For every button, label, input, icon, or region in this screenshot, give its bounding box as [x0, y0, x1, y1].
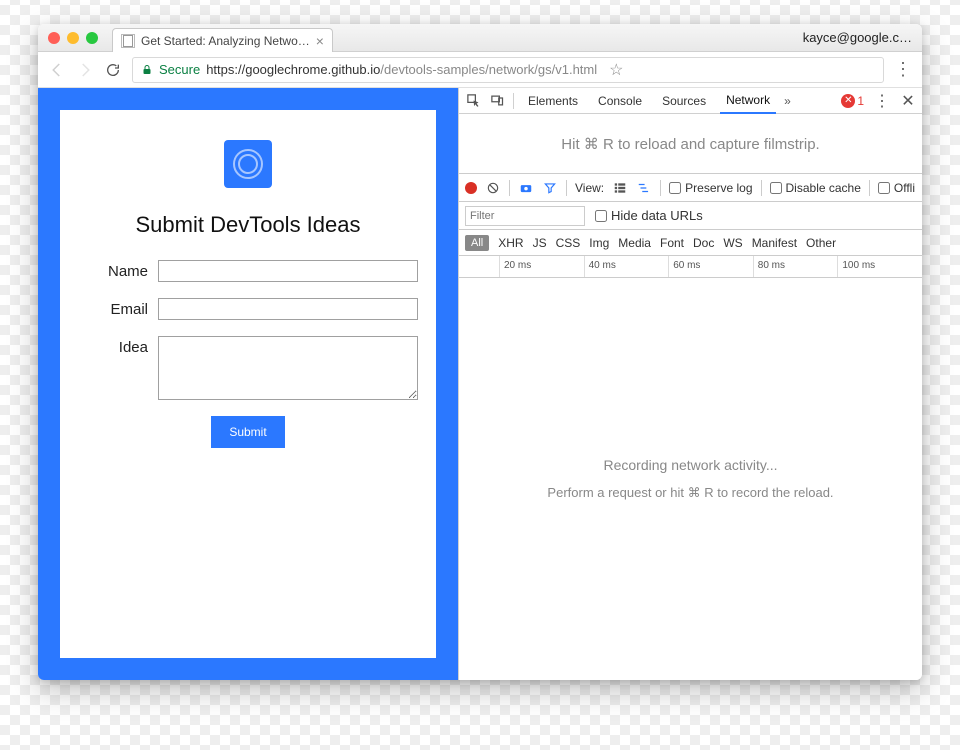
content-split: Submit DevTools Ideas Name Email Idea	[38, 88, 922, 680]
devtools-menu-button[interactable]: ⋮	[874, 93, 890, 109]
zoom-window-button[interactable]	[86, 32, 98, 44]
type-other[interactable]: Other	[806, 236, 836, 250]
type-ws[interactable]: WS	[723, 236, 742, 250]
minimize-window-button[interactable]	[67, 32, 79, 44]
filmstrip-hint: Hit ⌘ R to reload and capture filmstrip.	[459, 114, 922, 174]
hide-data-urls-checkbox[interactable]: Hide data URLs	[595, 208, 703, 223]
recording-hint: Perform a request or hit ⌘ R to record t…	[547, 485, 833, 501]
idea-label: Idea	[78, 336, 158, 356]
view-label: View:	[575, 181, 604, 195]
type-all[interactable]: All	[465, 235, 489, 251]
error-icon: ✕	[841, 94, 855, 108]
type-media[interactable]: Media	[618, 236, 651, 250]
browser-tab[interactable]: Get Started: Analyzing Netwo… ×	[112, 28, 333, 52]
forward-button[interactable]	[76, 61, 94, 79]
devtools-panel: Elements Console Sources Network » ✕ 1 ⋮…	[458, 88, 922, 680]
address-bar[interactable]: Secure https://googlechrome.github.io/de…	[132, 57, 884, 83]
traffic-lights	[48, 32, 98, 44]
page-title: Submit DevTools Ideas	[136, 212, 361, 238]
idea-textarea[interactable]	[158, 336, 418, 400]
submit-button[interactable]: Submit	[211, 416, 284, 448]
reload-button[interactable]	[104, 61, 122, 79]
network-toolbar: View: Preserve log Disable cache Offli	[459, 174, 922, 202]
name-input[interactable]	[158, 260, 418, 282]
timeline-ruler[interactable]: 20 ms 40 ms 60 ms 80 ms 100 ms	[459, 256, 922, 278]
type-font[interactable]: Font	[660, 236, 684, 250]
devtools-close-button[interactable]: ✕	[900, 93, 916, 109]
tab-console[interactable]: Console	[592, 88, 648, 114]
recording-message: Recording network activity...	[603, 457, 777, 473]
browser-menu-button[interactable]: ⋮	[894, 59, 912, 80]
lock-icon	[141, 64, 153, 76]
page-viewport: Submit DevTools Ideas Name Email Idea	[38, 88, 458, 680]
large-rows-icon[interactable]	[612, 180, 628, 196]
filter-input[interactable]	[465, 206, 585, 226]
file-icon	[121, 34, 135, 48]
url-text: https://googlechrome.github.io/devtools-…	[206, 62, 597, 77]
type-manifest[interactable]: Manifest	[752, 236, 797, 250]
network-empty-state: Recording network activity... Perform a …	[459, 278, 922, 680]
filter-row: Hide data URLs	[459, 202, 922, 230]
close-tab-button[interactable]: ×	[316, 34, 324, 48]
browser-window: Get Started: Analyzing Netwo… × kayce@go…	[38, 24, 922, 680]
idea-form: Name Email Idea Submit	[78, 260, 418, 448]
preserve-log-checkbox[interactable]: Preserve log	[669, 181, 752, 195]
error-count: 1	[857, 94, 864, 108]
inspect-element-icon[interactable]	[465, 93, 481, 109]
name-label: Name	[78, 260, 158, 280]
secure-label: Secure	[159, 62, 200, 77]
profile-label[interactable]: kayce@google.c…	[803, 30, 912, 45]
record-button[interactable]	[465, 182, 477, 194]
type-css[interactable]: CSS	[556, 236, 581, 250]
tab-strip: Get Started: Analyzing Netwo… ×	[112, 24, 333, 51]
error-indicator[interactable]: ✕ 1	[841, 94, 864, 108]
tab-title: Get Started: Analyzing Netwo…	[141, 34, 310, 48]
window-titlebar: Get Started: Analyzing Netwo… × kayce@go…	[38, 24, 922, 52]
devtools-logo-icon	[224, 140, 272, 188]
email-input[interactable]	[158, 298, 418, 320]
tab-elements[interactable]: Elements	[522, 88, 584, 114]
filter-toggle-icon[interactable]	[542, 180, 558, 196]
device-toolbar-icon[interactable]	[489, 93, 505, 109]
offline-checkbox[interactable]: Offli	[878, 181, 915, 195]
clear-button[interactable]	[485, 180, 501, 196]
waterfall-view-icon[interactable]	[636, 180, 652, 196]
toolbar: Secure https://googlechrome.github.io/de…	[38, 52, 922, 88]
devtools-tab-bar: Elements Console Sources Network » ✕ 1 ⋮…	[459, 88, 922, 114]
disable-cache-checkbox[interactable]: Disable cache	[770, 181, 861, 195]
type-doc[interactable]: Doc	[693, 236, 714, 250]
page-card: Submit DevTools Ideas Name Email Idea	[60, 110, 436, 658]
email-label: Email	[78, 298, 158, 318]
close-window-button[interactable]	[48, 32, 60, 44]
tab-sources[interactable]: Sources	[656, 88, 712, 114]
type-xhr[interactable]: XHR	[498, 236, 523, 250]
tab-network[interactable]: Network	[720, 88, 776, 114]
type-img[interactable]: Img	[589, 236, 609, 250]
request-type-filter: All XHR JS CSS Img Media Font Doc WS Man…	[459, 230, 922, 256]
screenshot-icon[interactable]	[518, 180, 534, 196]
back-button[interactable]	[48, 61, 66, 79]
bookmark-star-icon[interactable]: ☆	[609, 60, 623, 80]
type-js[interactable]: JS	[533, 236, 547, 250]
more-tabs-button[interactable]: »	[784, 94, 791, 108]
